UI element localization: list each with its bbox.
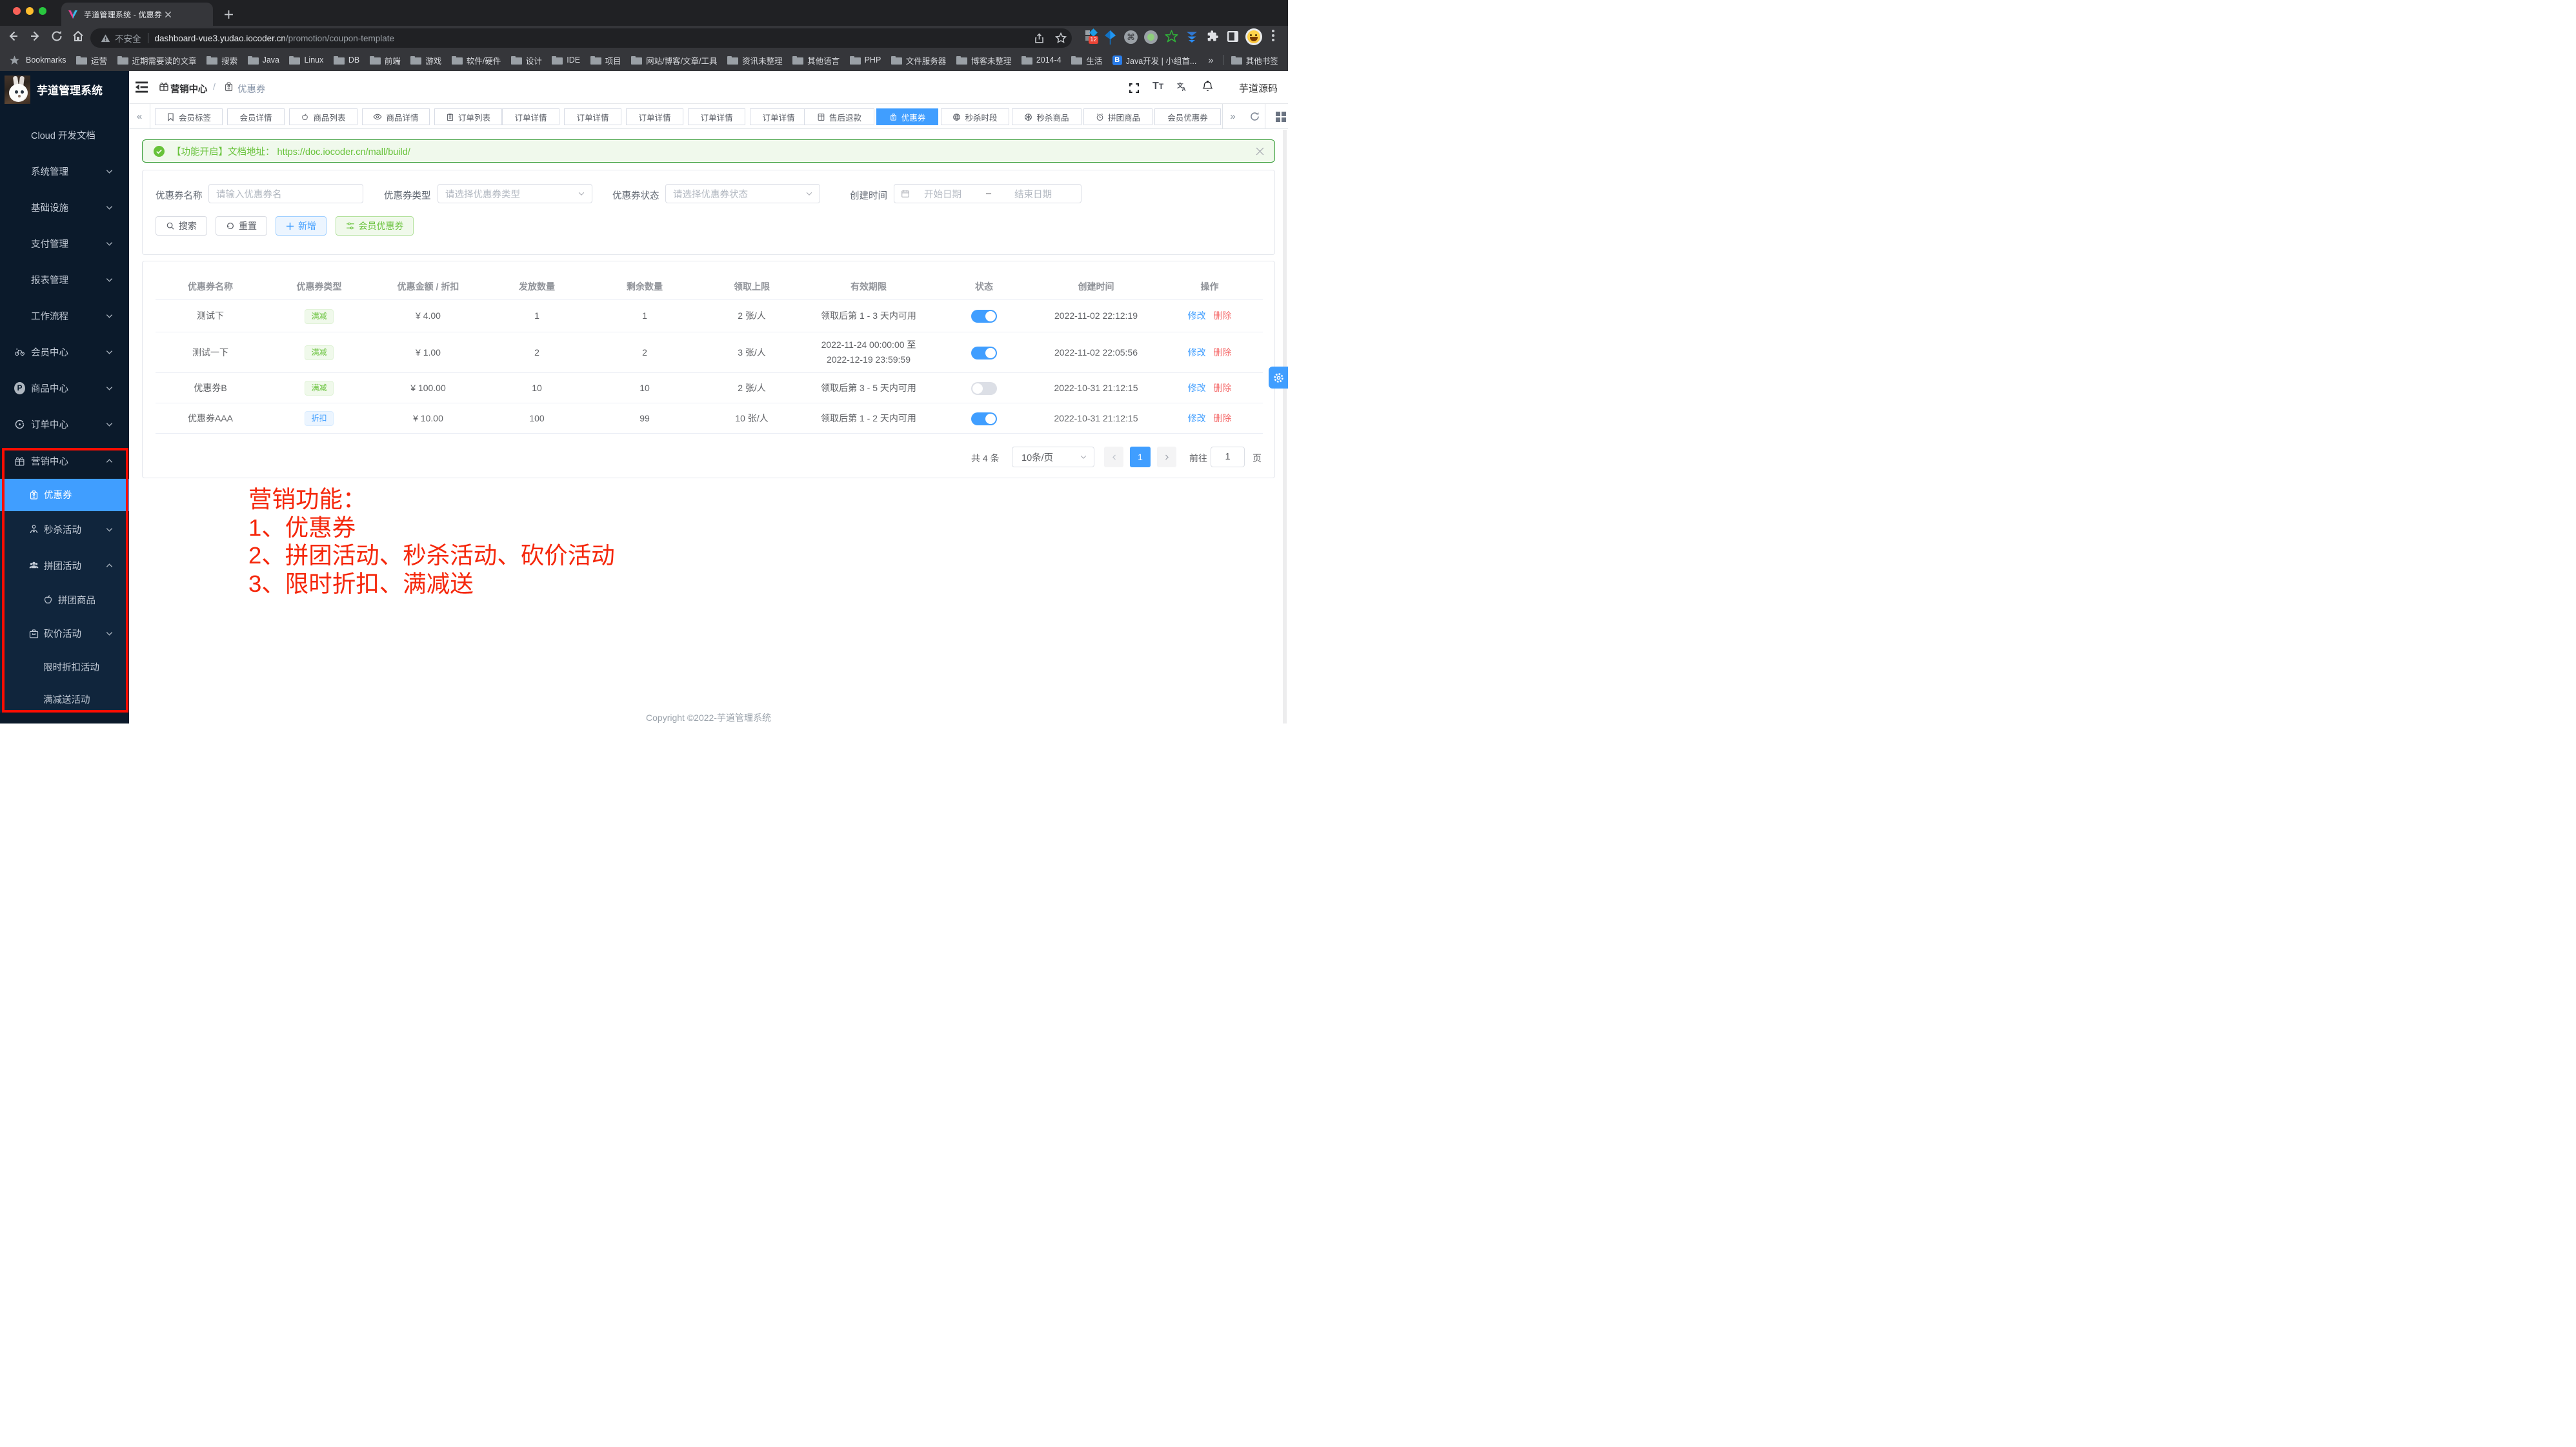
svg-text:A: A — [1182, 86, 1186, 92]
